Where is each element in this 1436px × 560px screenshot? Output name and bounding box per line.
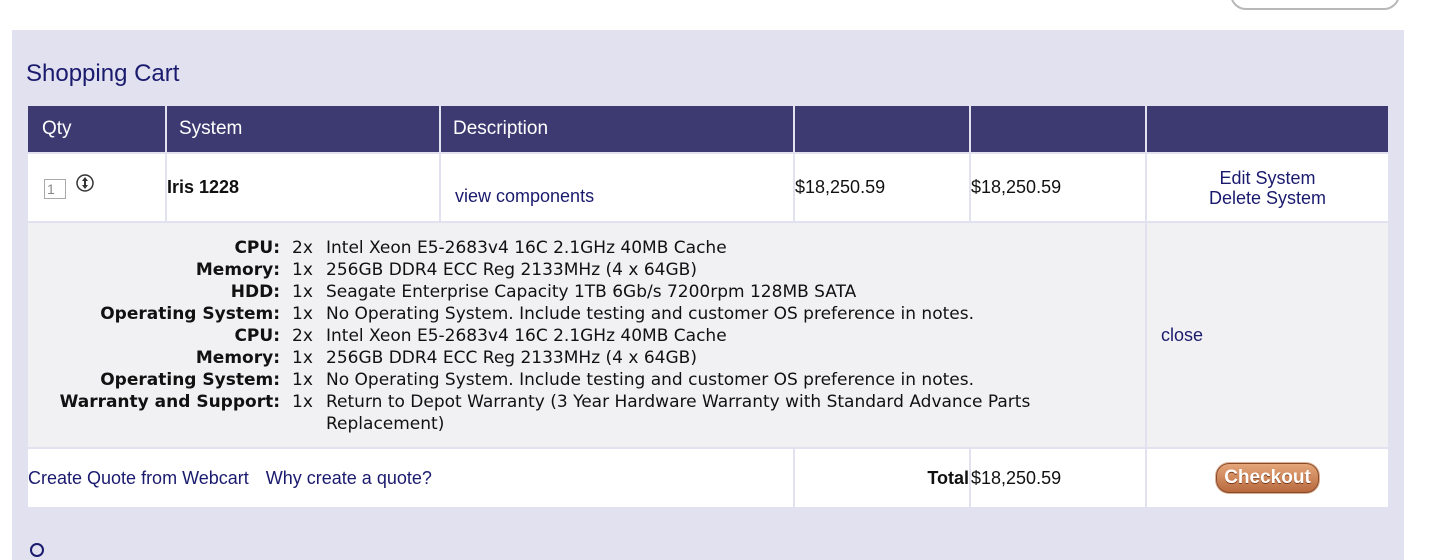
- component-value: 1x No Operating System. Include testing a…: [292, 369, 1145, 391]
- component-label: Memory:: [195, 260, 280, 280]
- component-desc: Intel Xeon E5-2683v4 16C 2.1GHz 40MB Cac…: [326, 326, 727, 346]
- component-qty: 2x: [292, 326, 313, 346]
- qty-cell: 1: [26, 152, 167, 223]
- cart-item-row: 1 Iris 1228 view components $18,250.59 $…: [26, 152, 1390, 223]
- components-list: CPU: 2x Intel Xeon E5-2683v4 16C 2.1GHz 4…: [28, 223, 1145, 447]
- cart-header-row: Qty System Description: [26, 104, 1390, 154]
- component-desc: Seagate Enterprise Capacity 1TB 6Gb/s 72…: [326, 282, 857, 302]
- close-components-link[interactable]: close: [1147, 325, 1203, 345]
- component-value: 1x 256GB DDR4 ECC Reg 2133MHz (4 x 64GB): [292, 259, 1145, 281]
- component-desc: No Operating System. Include testing and…: [326, 370, 974, 390]
- component-value: 2x Intel Xeon E5-2683v4 16C 2.1GHz 40MB C…: [292, 325, 1145, 347]
- component-value: 1x Return to Depot Warranty (3 Year Hardw…: [292, 391, 1145, 435]
- line-total: $18,250.59: [969, 152, 1147, 223]
- component-desc: 256GB DDR4 ECC Reg 2133MHz (4 x 64GB): [326, 348, 697, 368]
- component-value: 1x Seagate Enterprise Capacity 1TB 6Gb/s …: [292, 281, 1145, 303]
- header-description: Description: [439, 104, 795, 154]
- component-qty: 1x: [292, 348, 313, 368]
- why-quote-link[interactable]: Why create a quote?: [266, 468, 432, 488]
- cart-title: Shopping Cart: [26, 60, 180, 87]
- header-blank-2: [969, 104, 1147, 154]
- checkout-button[interactable]: Checkout: [1216, 463, 1319, 493]
- component-label: Memory:: [195, 348, 280, 368]
- component-qty: 1x: [292, 392, 313, 412]
- cart-footer-row: Create Quote from Webcart Why create a q…: [26, 447, 1390, 509]
- component-qty: 1x: [292, 260, 313, 280]
- description-cell: view components: [439, 152, 795, 223]
- system-name: Iris 1228: [165, 152, 441, 223]
- close-cell: close: [1145, 221, 1390, 449]
- create-quote-link[interactable]: Create Quote from Webcart: [28, 468, 249, 488]
- component-value: 1x 256GB DDR4 ECC Reg 2133MHz (4 x 64GB): [292, 347, 1145, 369]
- component-label: Operating System:: [100, 370, 280, 390]
- view-components-link[interactable]: view components: [441, 168, 793, 207]
- update-qty-icon[interactable]: [76, 174, 94, 192]
- edit-system-link[interactable]: Edit System: [1147, 168, 1388, 188]
- checkout-cell: Checkout: [1145, 447, 1390, 509]
- quote-links: Create Quote from Webcart Why create a q…: [26, 447, 795, 509]
- component-desc: No Operating System. Include testing and…: [326, 304, 974, 324]
- cart-table: Qty System Description 1 Iris 1228 view …: [26, 104, 1390, 509]
- delete-system-link[interactable]: Delete System: [1147, 188, 1388, 208]
- component-label: Operating System:: [100, 304, 280, 324]
- unit-price: $18,250.59: [793, 152, 971, 223]
- components-row: CPU: 2x Intel Xeon E5-2683v4 16C 2.1GHz 4…: [26, 221, 1390, 449]
- component-qty: 1x: [292, 282, 313, 302]
- components-cell: CPU: 2x Intel Xeon E5-2683v4 16C 2.1GHz 4…: [26, 221, 1147, 449]
- shopping-cart-panel: Shopping Cart Qty System Description 1 I…: [12, 30, 1404, 560]
- component-desc: 256GB DDR4 ECC Reg 2133MHz (4 x 64GB): [326, 260, 697, 280]
- component-label: Warranty and Support:: [59, 392, 280, 412]
- component-value: 2x Intel Xeon E5-2683v4 16C 2.1GHz 40MB C…: [292, 237, 1145, 259]
- qty-input[interactable]: 1: [44, 179, 66, 199]
- header-blank-3: [1145, 104, 1390, 154]
- top-right-button[interactable]: [1230, 0, 1400, 10]
- component-label: CPU:: [234, 326, 280, 346]
- header-system: System: [165, 104, 441, 154]
- component-qty: 2x: [292, 238, 313, 258]
- item-actions: Edit System Delete System: [1145, 152, 1390, 223]
- total-value: $18,250.59: [969, 447, 1147, 509]
- component-desc: Return to Depot Warranty (3 Year Hardwar…: [326, 392, 1031, 434]
- component-qty: 1x: [292, 370, 313, 390]
- header-blank-1: [793, 104, 971, 154]
- component-qty: 1x: [292, 304, 313, 324]
- component-desc: Intel Xeon E5-2683v4 16C 2.1GHz 40MB Cac…: [326, 238, 727, 258]
- partial-heading-glyph: [30, 543, 44, 557]
- total-label: Total: [793, 447, 971, 509]
- component-value: 1x No Operating System. Include testing a…: [292, 303, 1145, 325]
- header-qty: Qty: [26, 104, 167, 154]
- component-label: CPU:: [234, 238, 280, 258]
- component-label: HDD:: [230, 282, 280, 302]
